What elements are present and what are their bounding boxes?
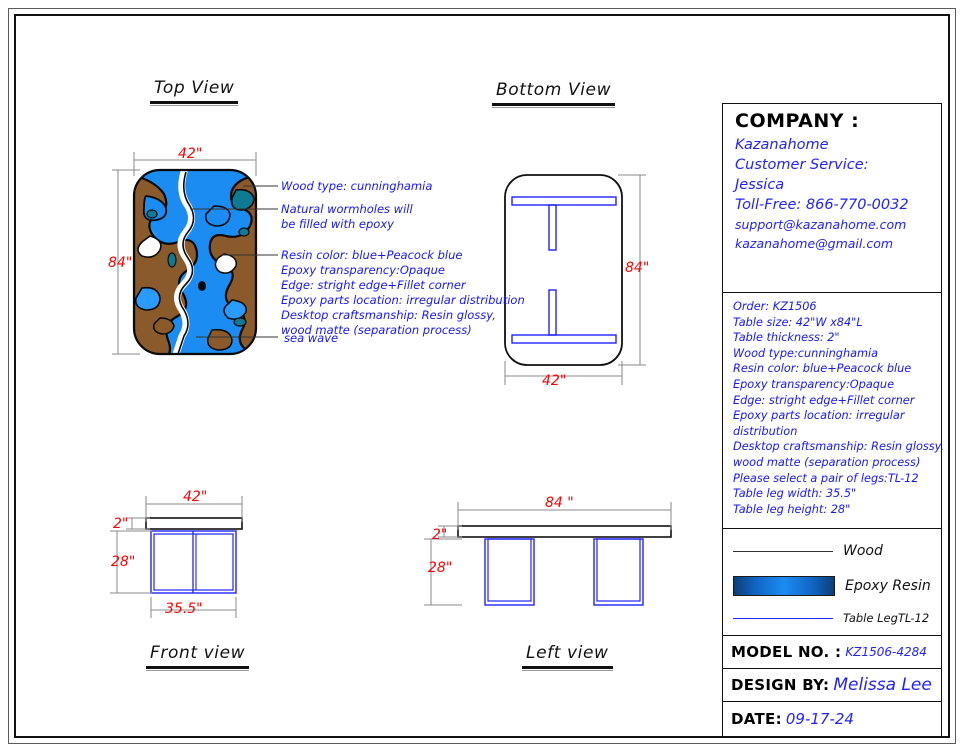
- spec-order: Order: KZ1506: [733, 300, 817, 313]
- dim-top-height: 84": [108, 255, 133, 271]
- spec-resin-color: Resin color: blue+Peacock blue: [733, 362, 912, 376]
- specifications-section: Order: KZ1506 Table size: 42"W x84"L Tab…: [723, 293, 945, 529]
- dim-front-leg-height: 28": [111, 554, 136, 570]
- wood-line-swatch-icon: [733, 550, 833, 552]
- dim-front-leg-width: 35.5": [165, 601, 203, 617]
- legend-label-epoxy: Epoxy Resin: [845, 578, 931, 594]
- design-by-value: Melissa Lee: [833, 675, 932, 695]
- spec-craftsmanship-2: wood matte (separation process): [733, 455, 921, 469]
- table-leg-line-swatch-icon: [733, 617, 833, 619]
- field-date: DATE: 09-17-24: [723, 702, 941, 735]
- spec-leg-width: Table leg width: 35.5": [733, 487, 857, 501]
- bottom-view-drawing: [504, 174, 646, 385]
- note-resin-color: Resin color: blue+Peacock blue: [281, 248, 463, 262]
- spec-leg-height: Table leg height: 28": [733, 502, 851, 516]
- dim-top-width: 42": [178, 146, 203, 162]
- spec-epoxy-location-1: Epoxy parts location: irregular: [733, 409, 905, 423]
- company-contact-name: Jessica: [735, 177, 785, 193]
- field-model-no: MODEL NO. : KZ1506-4284: [723, 636, 941, 669]
- spec-transparency: Epoxy transparency:Opaque: [733, 377, 895, 391]
- front-view-legs: [150, 530, 237, 594]
- bottom-view-leg-top: [511, 196, 617, 251]
- spec-epoxy-location-2: distribution: [733, 424, 798, 438]
- note-epoxy-location: Epoxy parts location: irregular distribu…: [281, 293, 525, 307]
- legend-section: Wood Epoxy Resin Table LegTL-12: [723, 529, 941, 636]
- model-no-label: MODEL NO. :: [731, 643, 842, 661]
- company-phone: Toll-Free: 866-770-0032: [735, 197, 909, 213]
- model-no-value: KZ1506-4284: [845, 645, 927, 659]
- spec-wood-type: Wood type:cunninghamia: [733, 346, 879, 360]
- legend-label-wood: Wood: [843, 543, 883, 559]
- note-wormholes-1: Natural wormholes will: [281, 202, 413, 216]
- note-edge: Edge: stright edge+Fillet corner: [281, 278, 466, 292]
- dim-left-thickness: 2": [432, 527, 448, 543]
- company-section: COMPANY : Kazanahome Customer Service: J…: [723, 104, 941, 293]
- field-design-by: DESIGN BY: Melissa Lee: [723, 669, 941, 702]
- note-craftsmanship-1: Desktop craftsmanship: Resin glossy,: [281, 308, 496, 322]
- note-transparency: Epoxy transparency:Opaque: [281, 263, 445, 277]
- company-gmail: kazanahome@gmail.com: [735, 236, 894, 251]
- dim-left-leg-height: 28": [428, 560, 453, 576]
- left-view-tabletop: [457, 525, 672, 538]
- company-support-email: support@kazanahome.com: [735, 217, 907, 232]
- date-value: 09-17-24: [785, 709, 854, 728]
- legend-item-leg: Table LegTL-12: [723, 603, 941, 633]
- company-service-label: Customer Service:: [735, 157, 869, 173]
- spec-table-size: Table size: 42"W x84"L: [733, 315, 863, 329]
- spec-craftsmanship-1: Desktop craftsmanship: Resin glossy,: [733, 440, 945, 454]
- left-view-leg-right: [593, 538, 644, 606]
- dim-front-thickness: 2": [113, 516, 129, 532]
- left-view-drawing: [424, 502, 672, 606]
- left-view-leg-left: [484, 538, 535, 606]
- company-name: Kazanahome: [735, 137, 829, 153]
- note-wormholes-2: be filled with epoxy: [281, 217, 394, 231]
- dim-bottom-height: 84": [625, 260, 650, 276]
- legend-label-leg: Table LegTL-12: [843, 611, 930, 625]
- spec-legs: Please select a pair of legs:TL-12: [733, 471, 919, 485]
- title-block: COMPANY : Kazanahome Customer Service: J…: [722, 103, 945, 737]
- spec-thickness: Table thickness: 2": [733, 331, 840, 345]
- epoxy-resin-swatch-icon: [733, 576, 835, 596]
- date-label: DATE:: [731, 709, 782, 728]
- bottom-view-leg-bottom: [511, 289, 617, 344]
- front-view-tabletop: [145, 517, 243, 530]
- spec-edge: Edge: stright edge+Fillet corner: [733, 393, 915, 407]
- top-view-surface: [134, 170, 256, 354]
- dim-front-width: 42": [183, 489, 208, 505]
- design-by-label: DESIGN BY:: [731, 676, 830, 694]
- bottom-view-outline: [504, 174, 623, 366]
- note-wood-type: Wood type: cunninghamia: [281, 179, 433, 193]
- legend-item-epoxy: Epoxy Resin: [723, 569, 941, 603]
- note-sea-wave: sea wave: [284, 331, 339, 345]
- dim-left-width: 84 ": [545, 495, 574, 511]
- dim-bottom-width: 42": [542, 373, 567, 389]
- legend-item-wood: Wood: [723, 533, 941, 569]
- company-heading: COMPANY :: [735, 110, 860, 132]
